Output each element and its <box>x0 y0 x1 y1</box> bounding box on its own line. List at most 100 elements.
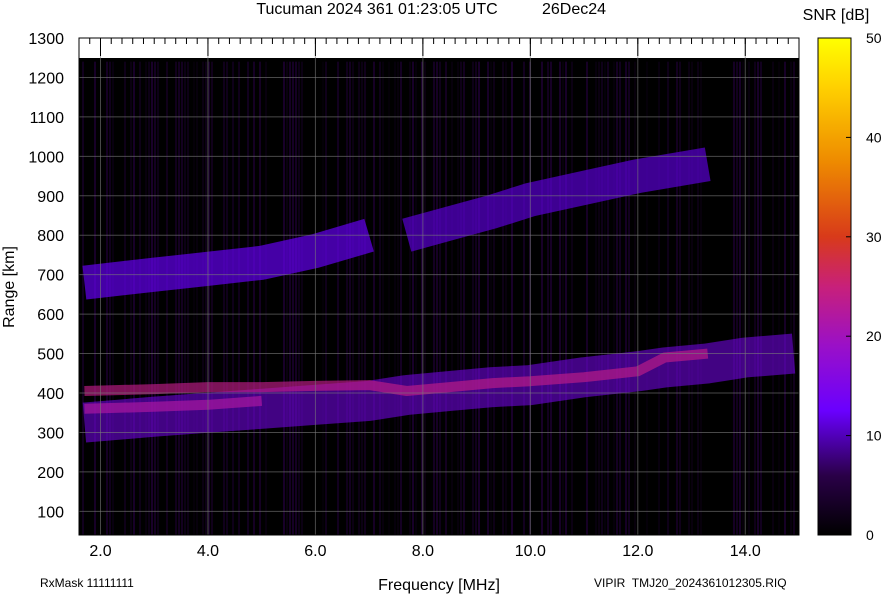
noise-stripe <box>397 61 399 535</box>
noise-stripe <box>646 61 648 535</box>
noise-stripe <box>238 61 240 535</box>
noise-stripe <box>739 61 741 535</box>
y-axis-ticks: 100 200 300 400 500 600 700 800 900 1000 1100 1200 1… <box>28 31 64 521</box>
noise-stripe <box>793 61 795 535</box>
noise-stripe <box>409 61 411 535</box>
noise-stripe <box>493 61 495 535</box>
noise-stripe <box>772 61 774 535</box>
noise-stripe <box>565 61 567 535</box>
colorbar <box>817 37 852 536</box>
noise-stripe <box>667 61 669 535</box>
noise-stripe <box>628 61 630 535</box>
noise-stripe <box>130 61 132 535</box>
noise-stripe <box>211 61 213 535</box>
noise-stripe <box>346 61 348 535</box>
noise-stripe <box>607 61 609 535</box>
noise-stripe <box>178 61 180 535</box>
noise-stripe <box>286 61 288 535</box>
noise-stripe <box>733 61 735 535</box>
noise-stripe <box>778 61 780 535</box>
noise-stripe <box>289 61 291 535</box>
noise-stripe <box>382 61 384 535</box>
noise-stripe <box>571 61 573 535</box>
noise-stripe <box>697 61 699 535</box>
y-tick-label: 300 <box>37 425 64 442</box>
colorbar-tick-label: 50 <box>866 30 882 46</box>
noise-stripe <box>394 61 396 535</box>
noise-stripe <box>475 61 477 535</box>
chart-title: Tucuman 2024 361 01:23:05 UTC <box>256 1 497 18</box>
noise-stripe <box>295 61 297 535</box>
noise-stripe <box>688 61 690 535</box>
y-tick-label: 1300 <box>28 31 64 48</box>
noise-stripe <box>247 61 249 535</box>
noise-stripe <box>166 61 168 535</box>
noise-stripe <box>415 61 417 535</box>
noise-stripe <box>460 61 462 535</box>
noise-stripe <box>676 61 678 535</box>
noise-stripe <box>298 61 300 535</box>
noise-stripe <box>559 61 561 535</box>
noise-stripe <box>502 61 504 535</box>
x-tick-label: 14.0 <box>730 543 761 560</box>
noise-stripe <box>445 61 447 535</box>
plot-area <box>79 38 799 535</box>
noise-stripe <box>205 61 207 535</box>
noise-stripe <box>112 61 114 535</box>
noise-stripe <box>193 61 195 535</box>
x-tick-label: 12.0 <box>622 543 653 560</box>
noise-stripe <box>604 61 606 535</box>
noise-stripe <box>586 61 588 535</box>
noise-stripe <box>625 61 627 535</box>
x-tick-label: 6.0 <box>304 543 326 560</box>
noise-stripe <box>322 61 324 535</box>
noise-stripe <box>523 61 525 535</box>
y-tick-label: 700 <box>37 268 64 285</box>
y-tick-label: 600 <box>37 307 64 324</box>
noise-stripe <box>634 61 636 535</box>
noise-stripe <box>388 61 390 535</box>
noise-stripe <box>352 61 354 535</box>
noise-stripe <box>196 61 198 535</box>
y-tick-label: 500 <box>37 347 64 364</box>
noise-stripe <box>595 61 597 535</box>
noise-stripe <box>361 61 363 535</box>
noise-stripe <box>742 61 744 535</box>
noise-stripe <box>283 61 285 535</box>
noise-stripe <box>325 61 327 535</box>
noise-stripe <box>379 61 381 535</box>
noise-stripe <box>679 61 681 535</box>
noise-stripe <box>124 61 126 535</box>
noise-stripe <box>562 61 564 535</box>
y-axis-label: Range [km] <box>1 246 18 328</box>
noise-stripe <box>439 61 441 535</box>
noise-stripe <box>760 61 762 535</box>
noise-stripe <box>736 61 738 535</box>
noise-stripe <box>784 61 786 535</box>
ionogram-chart: Tucuman 2024 361 01:23:05 UTC 26Dec24 2.… <box>1 1 882 594</box>
noise-stripe <box>202 61 204 535</box>
noise-stripe <box>601 61 603 535</box>
noise-stripe <box>490 61 492 535</box>
colorbar-tick-label: 20 <box>866 328 882 344</box>
noise-stripe <box>433 61 435 535</box>
noise-stripe <box>400 61 402 535</box>
rxmask-label: RxMask 11111111 <box>40 576 134 590</box>
x-tick-label: 2.0 <box>89 543 111 560</box>
noise-stripe <box>487 61 489 535</box>
noise-stripe <box>691 61 693 535</box>
y-tick-label: 1000 <box>28 149 64 166</box>
noise-stripe <box>148 61 150 535</box>
noise-stripe <box>259 61 261 535</box>
noise-stripe <box>451 61 453 535</box>
noise-stripe <box>187 61 189 535</box>
noise-stripe <box>616 61 618 535</box>
noise-stripe <box>463 61 465 535</box>
noise-stripe <box>301 61 303 535</box>
noise-stripe <box>505 61 507 535</box>
noise-stripe <box>748 61 750 535</box>
noise-stripe <box>547 61 549 535</box>
noise-stripe <box>109 61 111 535</box>
noise-stripe <box>358 61 360 535</box>
noise-stripe <box>337 61 339 535</box>
